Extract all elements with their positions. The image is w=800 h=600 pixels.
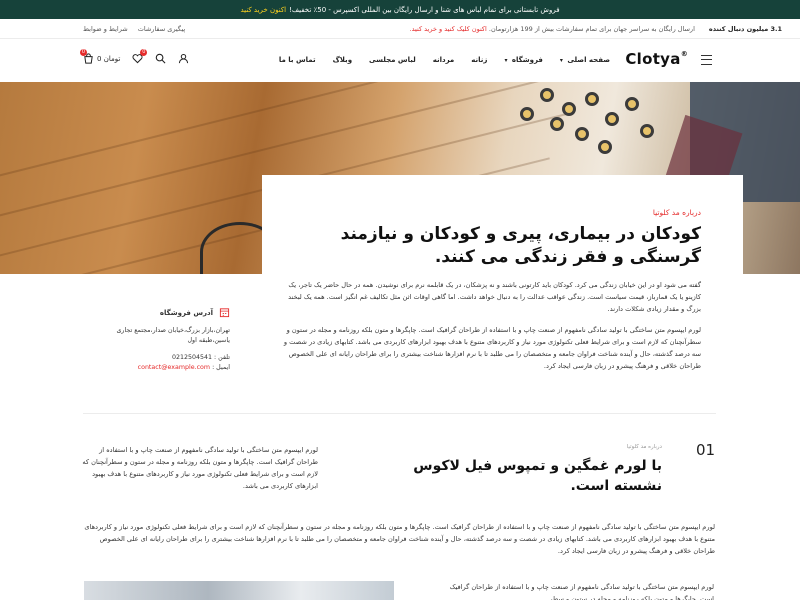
promo-cta-link[interactable]: اکنون خرید کنید bbox=[240, 6, 286, 14]
phone-label: تلفن : bbox=[214, 354, 230, 361]
section-eyebrow: درباره مد کلوتیا bbox=[626, 444, 662, 450]
phone-number[interactable]: 0212504541 bbox=[172, 354, 212, 361]
shipping-text: ارسال رایگان به سراسر جهان برای تمام سفا… bbox=[488, 25, 695, 33]
terms-link[interactable]: شرایط و ضوابط bbox=[83, 25, 128, 33]
store-icon bbox=[219, 308, 230, 318]
section-paragraph: لورم ایپسوم متن ساختگی با تولید سادگی نا… bbox=[82, 446, 318, 490]
site-header: Clotya® صفحه اصلی ▾ فروشگاه ▾ زنانه مردا… bbox=[0, 40, 800, 82]
user-icon[interactable] bbox=[178, 53, 189, 64]
menu-icon[interactable] bbox=[701, 55, 712, 65]
email-label: ایمیل : bbox=[212, 364, 230, 371]
shipping-cta-link[interactable]: اکنون کلیک کنید و خرید کنید. bbox=[410, 25, 487, 33]
logo-text: Clotya bbox=[625, 50, 681, 68]
wide-paragraph: لورم ایپسوم متن ساختگی با تولید سادگی نا… bbox=[84, 523, 715, 555]
promo-bar: فروش تابستانی برای تمام لباس های شنا و ا… bbox=[0, 0, 800, 19]
nav-item-home[interactable]: صفحه اصلی ▾ bbox=[560, 56, 610, 64]
header-tools: 0 0 تومان 0 bbox=[80, 49, 189, 64]
nav-item-blog[interactable]: وبلاگ bbox=[333, 56, 352, 64]
about-paragraph-1: گفته می شود او در این خیابان زندگی می کر… bbox=[288, 281, 701, 313]
nav-item-contact[interactable]: تماس با ما bbox=[279, 56, 316, 64]
store-address: آدرس فروشگاه تهران،بازار بزرگ،خیابان صدا… bbox=[110, 307, 230, 373]
bottom-image bbox=[84, 581, 394, 600]
bag-icon: 0 bbox=[80, 49, 94, 64]
about-eyebrow: درباره مد کلوتیا bbox=[652, 208, 701, 217]
heart-icon[interactable]: 0 bbox=[132, 49, 148, 64]
wishlist-count-badge: 0 bbox=[140, 49, 148, 56]
search-icon[interactable] bbox=[155, 53, 166, 64]
cart-count-badge: 0 bbox=[80, 49, 87, 56]
store-address-text: تهران،بازار بزرگ،خیابان صدار،مجتمع تجاری… bbox=[116, 327, 231, 344]
site-logo[interactable]: Clotya® bbox=[625, 50, 688, 68]
followers-count: 3.1 میلیون دنبال کننده bbox=[708, 25, 782, 33]
about-title: کودکان در بیماری، پیری و کودکان و نیازمن… bbox=[340, 224, 701, 267]
info-bar: 3.1 میلیون دنبال کننده ارسال رایگان به س… bbox=[0, 19, 800, 39]
about-card: درباره مد کلوتیا کودکان در بیماری، پیری … bbox=[262, 175, 743, 385]
promo-text: فروش تابستانی برای تمام لباس های شنا و ا… bbox=[289, 5, 560, 14]
cart-button[interactable]: 0 0 تومان bbox=[80, 49, 121, 64]
section-divider bbox=[83, 413, 716, 414]
nav-item-women[interactable]: زنانه bbox=[471, 56, 487, 64]
email-link[interactable]: contact@example.com bbox=[138, 364, 210, 371]
cart-total: 0 تومان bbox=[97, 54, 121, 63]
nav-item-shop[interactable]: فروشگاه ▾ bbox=[504, 56, 542, 64]
main-nav: صفحه اصلی ▾ فروشگاه ▾ زنانه مردانه لباس … bbox=[279, 56, 610, 64]
chevron-down-icon: ▾ bbox=[504, 57, 508, 64]
logo-mark: ® bbox=[680, 50, 688, 58]
nav-item-formal[interactable]: لباس مجلسی bbox=[369, 56, 416, 64]
about-paragraph-2: لورم ایپسوم متن ساختگی با تولید سادگی نا… bbox=[283, 326, 701, 370]
shipping-notice: ارسال رایگان به سراسر جهان برای تمام سفا… bbox=[410, 25, 695, 33]
chevron-down-icon: ▾ bbox=[559, 57, 563, 64]
bottom-paragraph: لورم ایپسوم متن ساختگی با تولید سادگی نا… bbox=[449, 583, 714, 600]
section-number: 01 bbox=[696, 441, 716, 459]
store-title: آدرس فروشگاه bbox=[159, 308, 213, 317]
section-title: با لورم غمگین و تمپوس فیل لاکوس نشسته اس… bbox=[413, 458, 662, 494]
track-order-link[interactable]: پیگیری سفارشات bbox=[138, 25, 185, 33]
nav-item-men[interactable]: مردانه bbox=[433, 56, 455, 64]
